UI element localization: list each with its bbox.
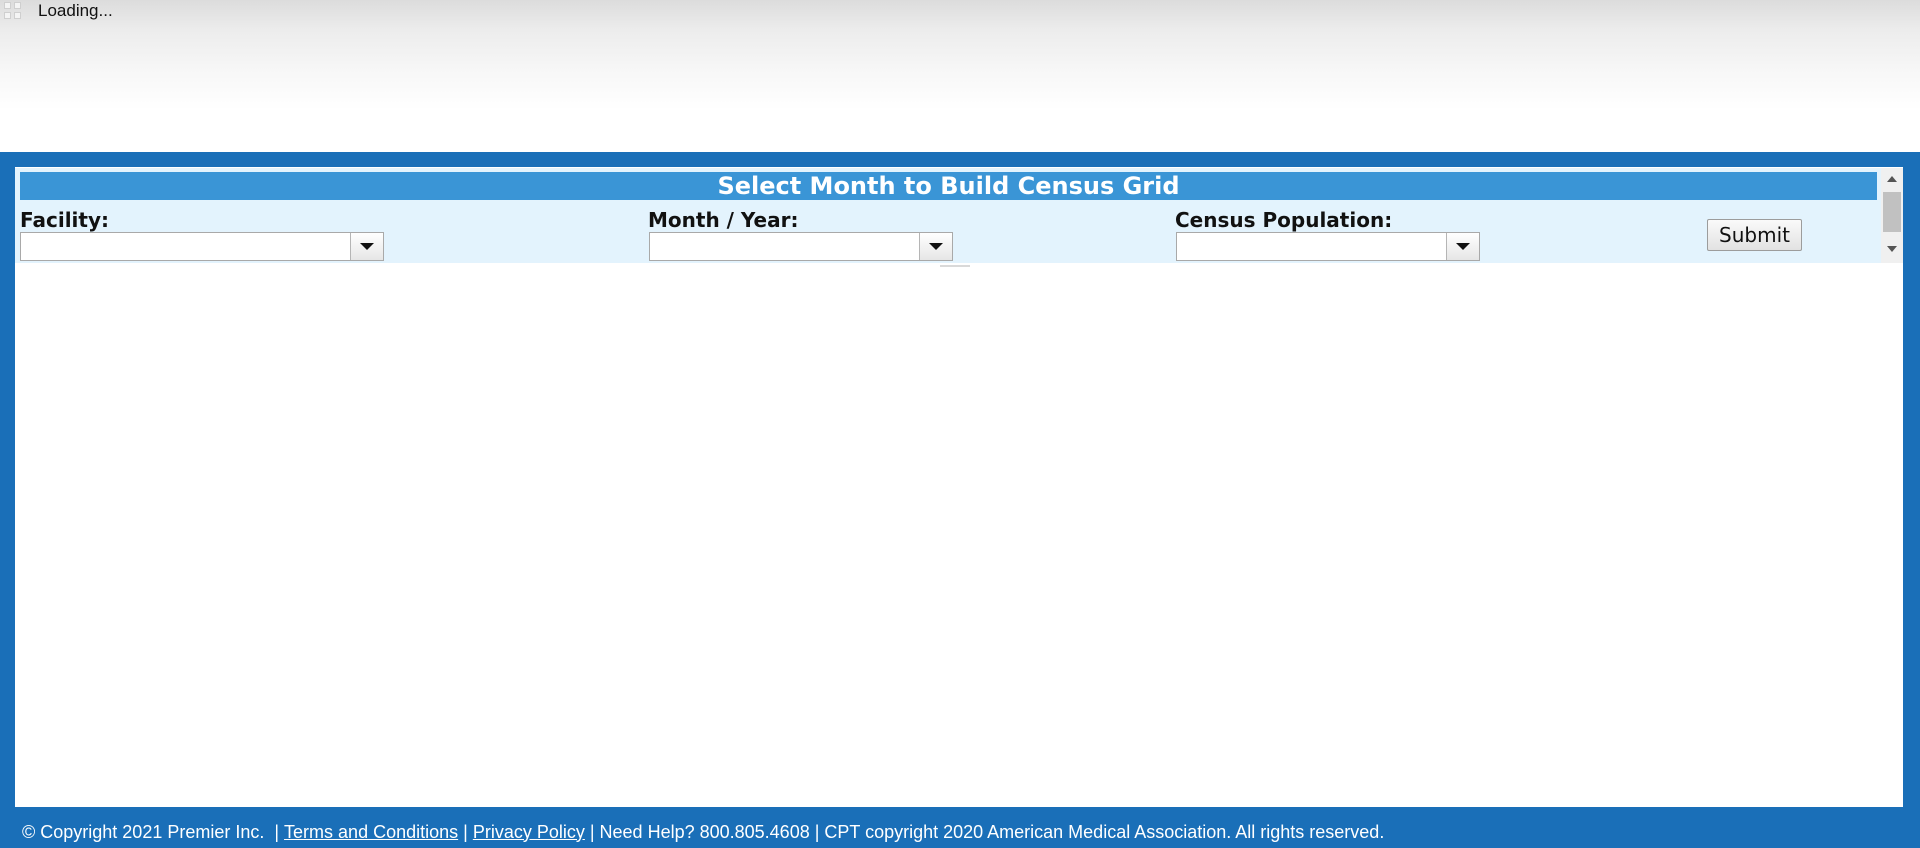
census-population-dropdown-button[interactable] [1446, 233, 1479, 260]
divider [940, 265, 970, 267]
scrollbar-thumb[interactable] [1883, 192, 1901, 232]
loading-text: Loading... [38, 1, 113, 20]
content-area [15, 167, 1903, 807]
census-population-dropdown[interactable] [1176, 232, 1480, 261]
scroll-down-icon[interactable] [1887, 246, 1897, 252]
footer-separator: | [458, 821, 473, 842]
loading-indicator: Loading... [2, 1, 113, 21]
terms-link[interactable]: Terms and Conditions [284, 822, 458, 843]
submit-button[interactable]: Submit [1707, 219, 1802, 251]
month-year-value [650, 233, 919, 260]
footer-copyright: © Copyright 2021 Premier Inc. | [22, 821, 285, 842]
census-population-label: Census Population: [1175, 208, 1393, 232]
facility-value [21, 233, 350, 260]
chevron-down-icon [360, 243, 374, 250]
facility-dropdown-button[interactable] [350, 233, 383, 260]
month-year-dropdown[interactable] [649, 232, 953, 261]
chevron-down-icon [929, 243, 943, 250]
census-population-value [1177, 233, 1446, 260]
privacy-link[interactable]: Privacy Policy [473, 822, 585, 843]
month-year-dropdown-button[interactable] [919, 233, 952, 260]
facility-label: Facility: [20, 208, 110, 232]
top-header: Loading... [0, 0, 1920, 152]
chevron-down-icon [1456, 243, 1470, 250]
scroll-up-icon[interactable] [1887, 176, 1897, 182]
month-year-label: Month / Year: [648, 208, 799, 232]
footer-help-text: | Need Help? 800.805.4608 | CPT copyrigh… [584, 821, 1385, 842]
panel-scrollbar[interactable] [1881, 168, 1903, 263]
footer: © Copyright 2021 Premier Inc. | Terms an… [22, 820, 1384, 844]
loading-icon [2, 1, 32, 21]
panel-title: Select Month to Build Census Grid [20, 172, 1877, 200]
facility-dropdown[interactable] [20, 232, 384, 261]
